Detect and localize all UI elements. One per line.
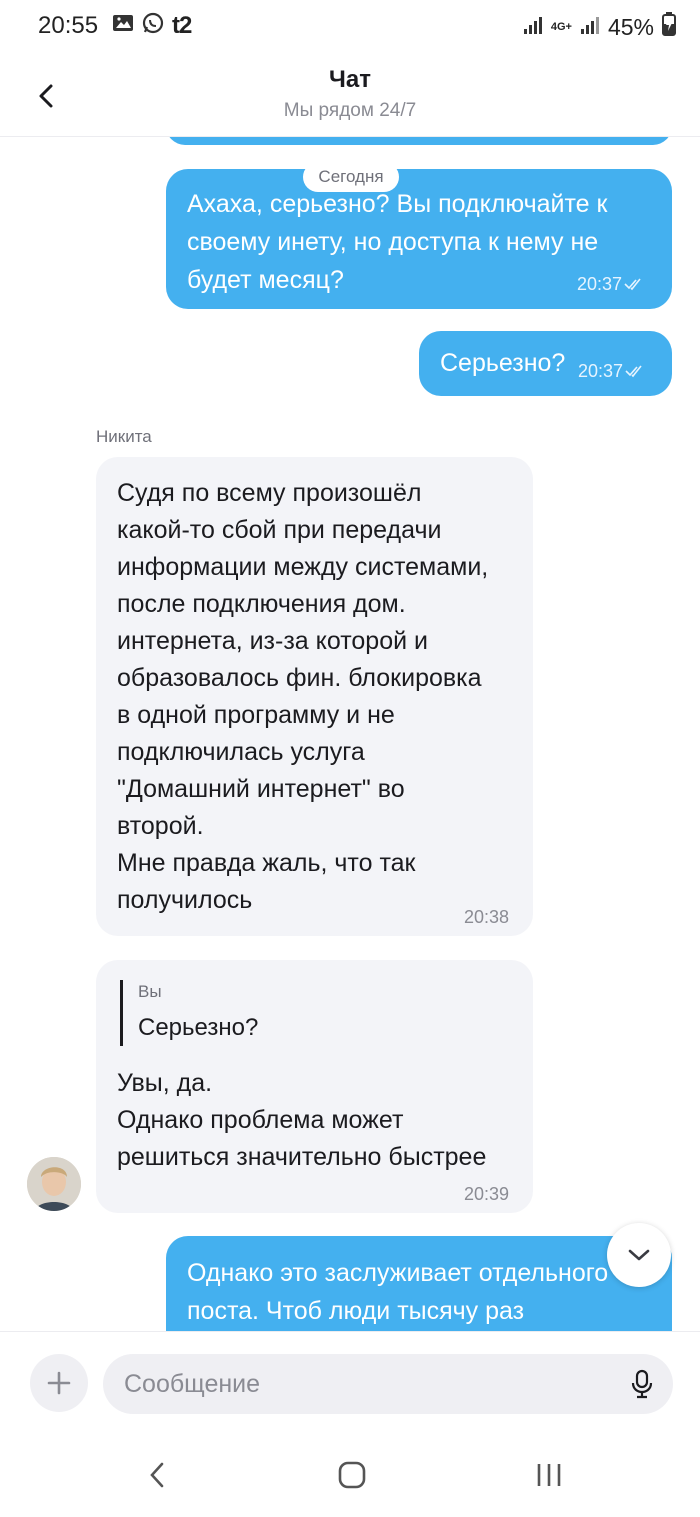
signal-icon-2 xyxy=(580,14,600,41)
attach-button[interactable] xyxy=(30,1354,88,1412)
message-line: Мне правда жаль, что так xyxy=(117,849,416,877)
system-navigation-bar xyxy=(0,1431,700,1517)
message-line: поста. Чтоб люди тысячу раз xyxy=(187,1297,525,1325)
date-separator: Сегодня xyxy=(303,162,399,192)
message-time: 20:39 xyxy=(464,1184,510,1204)
message-bubble-outgoing[interactable]: Однако это заслуживает отдельного поста.… xyxy=(166,1236,672,1331)
message-line: после подключения дом. xyxy=(117,590,406,618)
message-line: в одной программу и не xyxy=(117,701,395,729)
message-bubble-outgoing[interactable]: Ахаха, серьезно? Вы подключайте к своему… xyxy=(166,169,672,309)
message-text: Увы, да. Однако проблема может решиться … xyxy=(117,1065,486,1176)
message-text: Однако это заслуживает отдельного поста.… xyxy=(187,1254,608,1330)
message-line: "Домашний интернет" во xyxy=(117,775,405,803)
battery-percent: 45% xyxy=(607,13,654,40)
status-time: 20:55 xyxy=(38,12,99,39)
message-line: своему инету, но доступа к нему не xyxy=(187,228,599,256)
message-line: получилось xyxy=(117,886,253,914)
message-bubble-outgoing[interactable]: Серьезно? 20:37 xyxy=(419,331,672,396)
message-sender: Никита xyxy=(96,427,152,446)
message-line: решиться значительно быстрее xyxy=(117,1143,487,1171)
message-line: Судя по всему произошёл xyxy=(117,479,422,507)
message-line: Однако это заслуживает отдельного xyxy=(187,1259,609,1287)
chat-messages[interactable]: Сегодня Ахаха, серьезно? Вы подключайте … xyxy=(0,137,700,1331)
plus-icon xyxy=(47,1371,71,1395)
message-meta: 20:37 xyxy=(578,352,645,390)
status-right-icons: 4G+ 45% xyxy=(523,12,676,42)
microphone-icon xyxy=(631,1369,653,1399)
page-subtitle: Мы рядом 24/7 xyxy=(283,100,417,121)
avatar[interactable] xyxy=(27,1157,81,1211)
carrier-logo: t2 xyxy=(172,12,192,39)
double-check-icon xyxy=(624,278,641,291)
message-time: 20:37 xyxy=(577,274,623,294)
recents-icon xyxy=(537,1464,561,1486)
nav-back-button[interactable] xyxy=(132,1453,182,1497)
home-icon xyxy=(338,1461,366,1489)
page-title: Чат xyxy=(329,66,371,93)
message-meta: 20:37 xyxy=(577,265,644,303)
voice-message-button[interactable] xyxy=(625,1366,659,1402)
message-time: 20:37 xyxy=(578,361,624,381)
network-type: 4G+ xyxy=(550,20,572,33)
scroll-to-bottom-button[interactable] xyxy=(607,1223,671,1287)
status-left-icons: t2 xyxy=(112,12,192,40)
chevron-left-icon xyxy=(150,1462,164,1488)
message-bubble-incoming[interactable]: Вы Серьезно? Увы, да. Однако проблема мо… xyxy=(96,960,533,1213)
message-line: подключилась услуга xyxy=(117,738,365,766)
message-line: информации между системами, xyxy=(117,553,489,581)
avatar-image xyxy=(27,1157,81,1211)
double-check-icon xyxy=(625,365,642,378)
battery-charging-icon xyxy=(662,12,676,42)
chat-header: Чат Мы рядом 24/7 xyxy=(0,56,700,137)
nav-recents-button[interactable] xyxy=(524,1453,574,1497)
message-input[interactable]: Сообщение xyxy=(103,1354,673,1414)
message-line: Однако проблема может xyxy=(117,1106,404,1134)
chevron-down-icon xyxy=(628,1249,650,1261)
message-line: будет месяц? xyxy=(187,266,344,294)
signal-icon xyxy=(523,14,543,41)
message-placeholder: Сообщение xyxy=(124,1370,261,1398)
reply-author: Вы xyxy=(138,982,162,1001)
message-composer: Сообщение xyxy=(0,1331,700,1432)
message-text: Ахаха, серьезно? Вы подключайте к своему… xyxy=(187,185,607,299)
message-line: Ахаха, серьезно? Вы подключайте к xyxy=(187,190,608,218)
message-text: Судя по всему произошёл какой-то сбой пр… xyxy=(117,475,488,919)
message-text: Серьезно? xyxy=(440,349,566,377)
reply-quote[interactable]: Вы Серьезно? xyxy=(120,980,258,1046)
message-bubble-partial xyxy=(166,137,672,145)
message-line: интернета, из-за которой и xyxy=(117,627,428,655)
reply-text: Серьезно? xyxy=(138,1014,259,1041)
message-time: 20:38 xyxy=(464,907,510,927)
nav-home-button[interactable] xyxy=(327,1453,377,1497)
message-line: Увы, да. xyxy=(117,1069,213,1097)
whatsapp-notification-icon xyxy=(142,12,164,40)
message-line: образовалось фин. блокировка xyxy=(117,664,482,692)
status-bar: 20:55 t2 4G+ 45% xyxy=(0,0,700,56)
message-bubble-incoming[interactable]: Судя по всему произошёл какой-то сбой пр… xyxy=(96,457,533,936)
gallery-notification-icon xyxy=(112,13,134,39)
message-line: какой-то сбой при передачи xyxy=(117,516,442,544)
message-line: второй. xyxy=(117,812,204,840)
